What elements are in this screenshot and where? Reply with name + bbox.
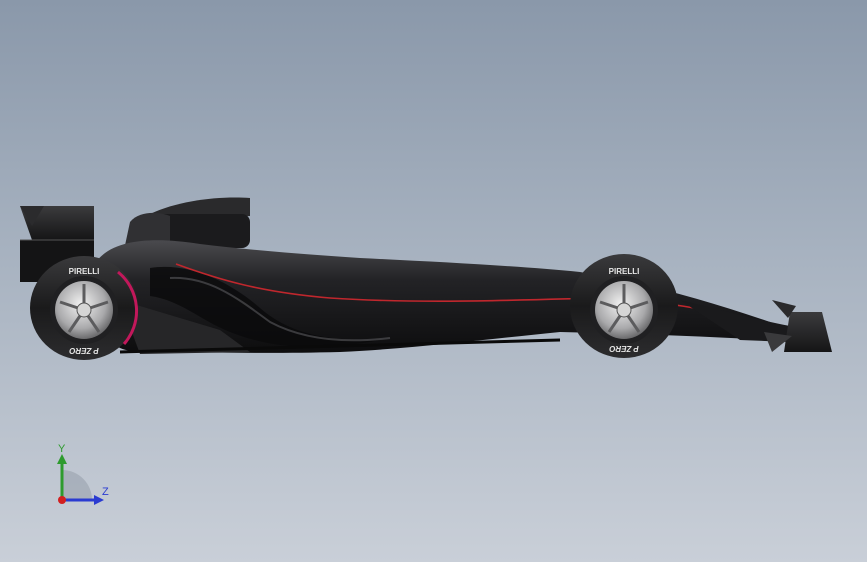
z-axis-label: Z	[102, 486, 109, 498]
rear-wheel[interactable]: PIRELLI P ZERO	[30, 256, 139, 360]
graphics-viewport[interactable]: PIRELLI P ZERO PIRELLI P ZERO Y Z	[0, 0, 867, 562]
x-axis-dot	[58, 496, 66, 504]
y-axis-arrow	[57, 454, 67, 464]
f1-car-model[interactable]: PIRELLI P ZERO PIRELLI P ZERO	[0, 0, 867, 562]
triad-quadrant	[62, 470, 92, 500]
y-axis-label: Y	[58, 443, 66, 455]
rear-tire-sidewall: P ZERO	[68, 346, 98, 355]
front-tire-brand: PIRELLI	[609, 267, 640, 276]
front-wheel[interactable]: PIRELLI P ZERO	[570, 254, 678, 358]
rear-tire-brand: PIRELLI	[69, 267, 100, 276]
front-tire-sidewall: P ZERO	[608, 344, 638, 353]
